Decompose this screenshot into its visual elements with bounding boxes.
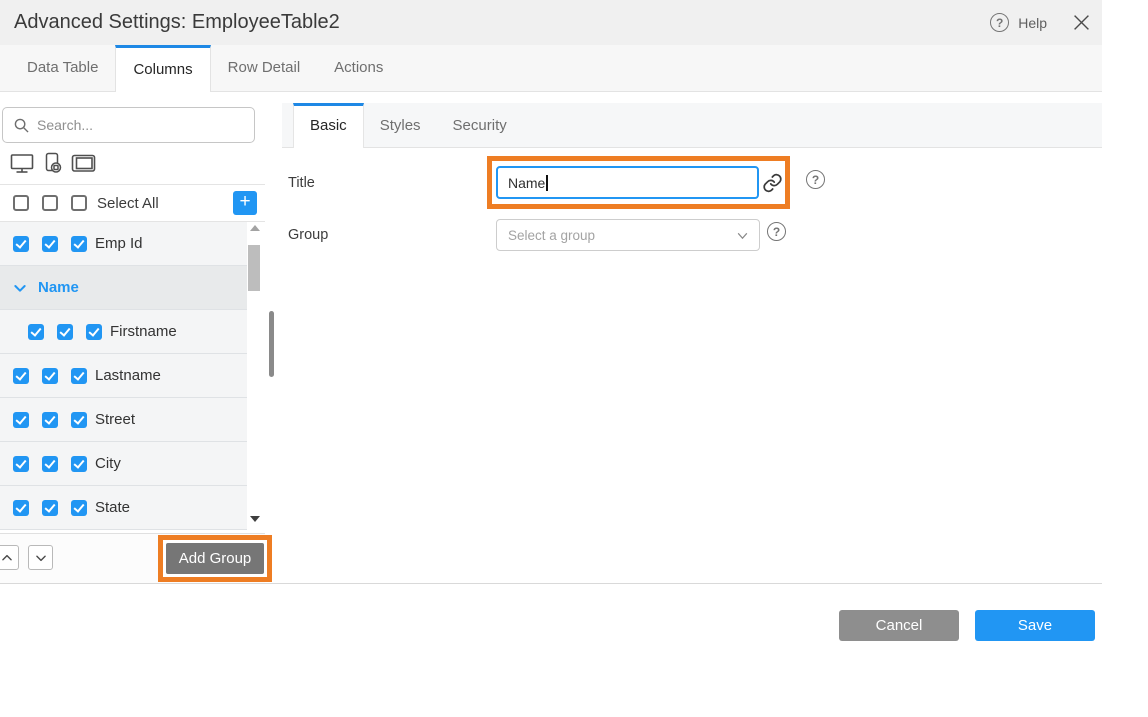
- close-icon[interactable]: [1073, 14, 1090, 31]
- column-detail-panel: Basic Styles Security Title Name Group S…: [282, 92, 1102, 583]
- group-help-icon[interactable]: [767, 222, 786, 241]
- header-actions: Help: [990, 13, 1102, 32]
- column-label: Street: [95, 411, 135, 428]
- column-label: Emp Id: [95, 235, 143, 252]
- title-field-highlight: Name: [487, 156, 790, 209]
- visibility-checkboxes: [13, 368, 87, 384]
- column-row-lastname[interactable]: Lastname: [0, 354, 247, 398]
- dialog-header: Advanced Settings: EmployeeTable2 Help: [0, 0, 1102, 45]
- visibility-checkbox[interactable]: [42, 412, 58, 428]
- add-group-highlight: Add Group: [158, 535, 272, 582]
- move-up-button[interactable]: [0, 545, 19, 570]
- visibility-checkbox[interactable]: [71, 236, 87, 252]
- title-help-icon[interactable]: [806, 170, 825, 189]
- sidebar-footer: Add Group: [0, 533, 265, 583]
- chevron-down-icon: [34, 551, 48, 565]
- select-all-row: Select All: [0, 185, 265, 222]
- search-box: [2, 107, 255, 143]
- visibility-checkbox[interactable]: [13, 368, 29, 384]
- select-all-phone-checkbox[interactable]: [42, 195, 58, 211]
- group-row-name[interactable]: Name: [0, 266, 247, 310]
- tablet-icon[interactable]: [71, 153, 97, 174]
- visibility-checkbox[interactable]: [42, 236, 58, 252]
- desktop-icon[interactable]: [10, 152, 36, 176]
- tab-styles[interactable]: Styles: [364, 105, 437, 147]
- help-label: Help: [1018, 15, 1047, 31]
- select-all-tablet-checkbox[interactable]: [71, 195, 87, 211]
- link-icon[interactable]: [762, 172, 783, 193]
- visibility-checkbox[interactable]: [13, 500, 29, 516]
- group-field-label: Group: [288, 227, 328, 243]
- visibility-checkbox[interactable]: [71, 500, 87, 516]
- title-input-value: Name: [508, 175, 545, 191]
- column-row-firstname[interactable]: Firstname: [0, 310, 247, 354]
- scrollbar-thumb[interactable]: [248, 245, 260, 291]
- scroll-down-arrow-icon[interactable]: [250, 516, 260, 522]
- column-list: Emp Id Name Firstname Lastname Street City Sta…: [0, 222, 247, 530]
- visibility-checkbox[interactable]: [13, 456, 29, 472]
- text-cursor: [546, 175, 548, 191]
- chevron-up-icon: [0, 551, 14, 565]
- tab-actions[interactable]: Actions: [317, 45, 400, 91]
- visibility-checkbox[interactable]: [42, 456, 58, 472]
- chevron-down-icon: [12, 280, 28, 296]
- move-down-button[interactable]: [28, 545, 53, 570]
- visibility-checkbox[interactable]: [71, 456, 87, 472]
- dialog-title: Advanced Settings: EmployeeTable2: [0, 11, 340, 34]
- column-row-street[interactable]: Street: [0, 398, 247, 442]
- visibility-checkbox[interactable]: [13, 236, 29, 252]
- question-circle-icon: [990, 13, 1009, 32]
- tab-columns[interactable]: Columns: [115, 45, 210, 92]
- visibility-checkbox[interactable]: [42, 500, 58, 516]
- visibility-checkbox[interactable]: [71, 368, 87, 384]
- group-select[interactable]: Select a group: [496, 219, 760, 251]
- device-visibility-toggles: [0, 143, 265, 185]
- select-all-desktop-checkbox[interactable]: [13, 195, 29, 211]
- panel-scrollbar-thumb[interactable]: [269, 311, 274, 377]
- column-label: Lastname: [95, 367, 161, 384]
- scroll-up-arrow-icon[interactable]: [250, 225, 260, 231]
- visibility-checkbox[interactable]: [86, 324, 102, 340]
- tab-basic[interactable]: Basic: [293, 103, 364, 148]
- tab-security[interactable]: Security: [437, 105, 523, 147]
- select-all-label: Select All: [97, 195, 159, 212]
- title-field-label: Title: [288, 175, 315, 191]
- plus-icon[interactable]: [233, 191, 257, 215]
- column-label: City: [95, 455, 121, 472]
- column-label: Firstname: [110, 323, 177, 340]
- visibility-checkbox[interactable]: [13, 412, 29, 428]
- group-select-placeholder: Select a group: [508, 228, 595, 243]
- save-button[interactable]: Save: [975, 610, 1095, 641]
- visibility-checkbox[interactable]: [42, 368, 58, 384]
- visibility-checkboxes: [13, 500, 87, 516]
- phone-icon[interactable]: [43, 151, 64, 177]
- column-list-scrollbar: [247, 225, 263, 528]
- visibility-checkboxes: [13, 456, 87, 472]
- footer-divider: [0, 583, 1102, 584]
- visibility-checkboxes: [28, 324, 102, 340]
- visibility-checkbox[interactable]: [71, 412, 87, 428]
- column-label: State: [95, 499, 130, 516]
- column-row-state[interactable]: State: [0, 486, 247, 530]
- column-label: Name: [38, 279, 79, 296]
- visibility-checkbox[interactable]: [28, 324, 44, 340]
- detail-tab-strip: Basic Styles Security: [282, 103, 1102, 148]
- chevron-down-icon: [736, 229, 749, 242]
- search-input[interactable]: [37, 117, 227, 133]
- visibility-checkboxes: [13, 412, 87, 428]
- add-group-button[interactable]: Add Group: [166, 543, 264, 574]
- visibility-checkboxes: [13, 236, 87, 252]
- visibility-checkbox[interactable]: [57, 324, 73, 340]
- select-all-checkboxes: [13, 195, 87, 211]
- settings-tab-bar: Data Table Columns Row Detail Actions: [0, 45, 1102, 92]
- tab-data-table[interactable]: Data Table: [10, 45, 115, 91]
- tab-row-detail[interactable]: Row Detail: [211, 45, 318, 91]
- search-icon: [14, 118, 29, 133]
- column-row-city[interactable]: City: [0, 442, 247, 486]
- columns-sidebar: Select All Emp Id Name Firstname Lastname St…: [0, 92, 265, 583]
- title-input[interactable]: Name: [496, 166, 759, 199]
- help-button[interactable]: Help: [990, 13, 1047, 32]
- column-row-emp-id[interactable]: Emp Id: [0, 222, 247, 266]
- cancel-button[interactable]: Cancel: [839, 610, 959, 641]
